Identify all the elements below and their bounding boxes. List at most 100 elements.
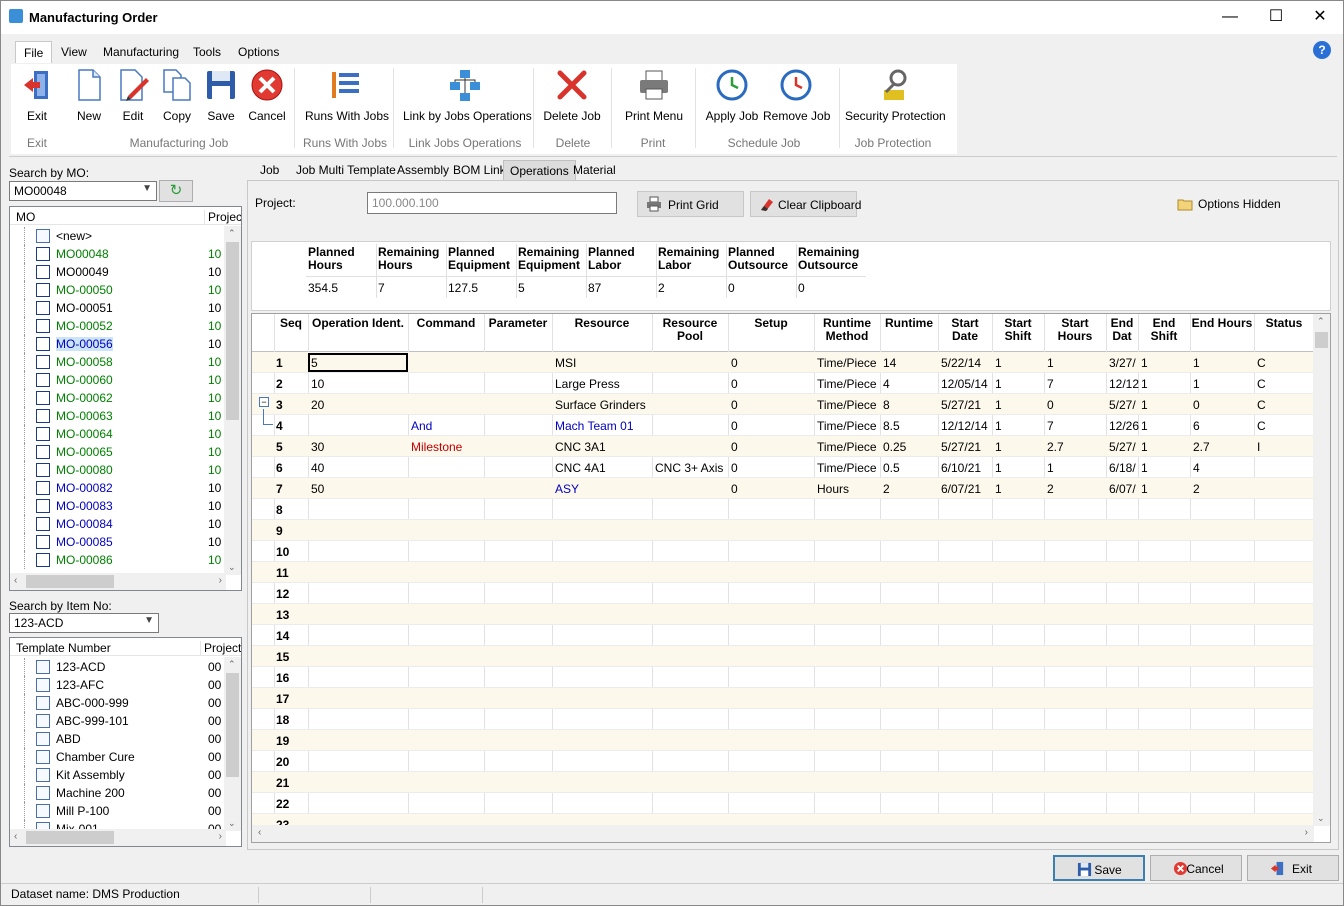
table-row[interactable]: 12 <box>252 583 1314 604</box>
tab-material[interactable]: Material <box>567 160 622 180</box>
cell-sshift[interactable]: 1 <box>995 398 1002 412</box>
table-row[interactable]: 9 <box>252 520 1314 541</box>
cell-eshift[interactable]: 1 <box>1141 482 1148 496</box>
cell-op[interactable]: 10 <box>311 377 324 391</box>
cell-sshift[interactable]: 1 <box>995 356 1002 370</box>
cell-edate[interactable]: 6/18/ <box>1109 461 1136 475</box>
cell-edate[interactable]: 5/27/ <box>1109 440 1136 454</box>
security-protection-button[interactable]: Security Protection <box>845 68 946 128</box>
table-row[interactable]: 1 5 MSI 0 Time/Piece 14 5/22/14 1 1 3/27/1 1 C <box>252 352 1314 373</box>
mo-list-item[interactable]: MO-00050 10 <box>10 281 241 299</box>
grid-column-header[interactable]: End Dat <box>1106 317 1138 343</box>
grid-column-header[interactable]: Runtime <box>880 317 938 330</box>
mo-list-item[interactable]: MO-00056 10 <box>10 335 241 353</box>
grid-column-header[interactable]: Runtime Method <box>814 317 880 343</box>
search-mo-combo[interactable]: MO00048 ▼ <box>9 181 157 201</box>
delete-job-button[interactable]: Delete Job <box>541 68 603 128</box>
cell-eshift[interactable]: 1 <box>1141 419 1148 433</box>
mo-column-header[interactable]: MO <box>16 210 35 224</box>
cell-edate[interactable]: 12/26 <box>1109 419 1139 433</box>
new-button[interactable]: New <box>71 68 107 128</box>
cell-sdate[interactable]: 5/27/21 <box>941 398 981 412</box>
mo-list-item[interactable]: MO-00082 10 <box>10 479 241 497</box>
cell-eshift[interactable]: 1 <box>1141 461 1148 475</box>
cell-status[interactable]: C <box>1257 356 1266 370</box>
grid-hscrollbar[interactable]: ‹ › <box>252 825 1314 842</box>
search-item-combo[interactable]: 123-ACD ▼ <box>9 613 159 633</box>
cell-shours[interactable]: 1 <box>1047 461 1054 475</box>
cell-op[interactable]: 40 <box>311 461 324 475</box>
options-hidden-button[interactable]: Options Hidden <box>1177 197 1281 211</box>
hscroll-thumb[interactable] <box>26 831 114 844</box>
cell-shours[interactable]: 2 <box>1047 482 1054 496</box>
cell-edate[interactable]: 12/12 <box>1109 377 1139 391</box>
table-row[interactable]: 18 <box>252 709 1314 730</box>
grid-column-header[interactable]: Start Shift <box>992 317 1044 343</box>
scroll-right-icon[interactable]: › <box>219 831 222 842</box>
grid-column-header[interactable]: Resource <box>552 317 652 330</box>
grid-column-header[interactable]: Status <box>1254 317 1314 330</box>
print-grid-button[interactable]: Print Grid <box>637 191 744 217</box>
tab-assembly[interactable]: Assembly <box>391 160 455 180</box>
cell-setup[interactable]: 0 <box>731 419 738 433</box>
table-row[interactable]: 4 And Mach Team 01 0 Time/Piece 8.5 12/12/14 1 7… <box>252 409 1314 436</box>
grid-column-header[interactable]: End Shift <box>1138 317 1190 343</box>
scroll-up-icon[interactable]: ⌃ <box>228 228 236 239</box>
grid-column-header[interactable]: Setup <box>728 317 814 330</box>
tab-job[interactable]: Job <box>254 160 285 180</box>
cell-sdate[interactable]: 12/05/14 <box>941 377 988 391</box>
cell-status[interactable]: I <box>1257 440 1260 454</box>
template-list-item[interactable]: ABC-000-999 00 <box>10 694 241 712</box>
cell-resource[interactable]: Mach Team 01 <box>555 419 634 433</box>
cell-cmd[interactable]: Milestone <box>411 440 462 454</box>
mo-list-item[interactable]: MO-00064 10 <box>10 425 241 443</box>
table-row[interactable]: 21 <box>252 772 1314 793</box>
project-column-header[interactable]: Project <box>204 210 241 224</box>
project-column-header[interactable]: Project <box>200 641 241 655</box>
mo-tree-hscrollbar[interactable]: ‹ › <box>10 573 226 590</box>
scroll-left-icon[interactable]: ‹ <box>258 827 261 838</box>
cell-ehours[interactable]: 2.7 <box>1193 440 1210 454</box>
table-row[interactable]: 6 40 CNC 4A1 CNC 3+ Axis 0 Time/Piece 0.5 6/10/… <box>252 457 1314 478</box>
template-list-item[interactable]: Machine 200 00 <box>10 784 241 802</box>
cell-op[interactable]: 50 <box>311 482 324 496</box>
scroll-left-icon[interactable]: ‹ <box>14 831 17 842</box>
cell-setup[interactable]: 0 <box>731 377 738 391</box>
footer-save-button[interactable]: Save <box>1053 855 1145 881</box>
cell-status[interactable]: C <box>1257 398 1266 412</box>
table-row[interactable]: 22 <box>252 793 1314 814</box>
mo-list-item[interactable]: MO-00051 10 <box>10 299 241 317</box>
template-list-item[interactable]: ABD 00 <box>10 730 241 748</box>
grid-column-header[interactable]: Start Hours <box>1044 317 1106 343</box>
scroll-thumb[interactable] <box>226 673 239 777</box>
close-icon[interactable]: ✕ <box>1297 1 1343 33</box>
mo-list-item[interactable]: MO-00083 10 <box>10 497 241 515</box>
cell-shours[interactable]: 7 <box>1047 419 1054 433</box>
table-row[interactable]: 8 <box>252 499 1314 520</box>
table-row[interactable]: 17 <box>252 688 1314 709</box>
cell-runtime[interactable]: 2 <box>883 482 890 496</box>
table-row[interactable]: 15 <box>252 646 1314 667</box>
cell-shours[interactable]: 2.7 <box>1047 440 1064 454</box>
tab-operations[interactable]: Operations <box>503 160 576 180</box>
template-list-item[interactable]: 123-AFC 00 <box>10 676 241 694</box>
cell-status[interactable]: C <box>1257 419 1266 433</box>
cell-eshift[interactable]: 1 <box>1141 356 1148 370</box>
mo-list-item[interactable]: MO00049 10 <box>10 263 241 281</box>
cell-sdate[interactable]: 5/22/14 <box>941 356 981 370</box>
tab-bom-link[interactable]: BOM Link <box>447 160 512 180</box>
hscroll-thumb[interactable] <box>272 827 1282 840</box>
cell-sdate[interactable]: 12/12/14 <box>941 419 988 433</box>
mo-list-item[interactable]: MO-00086 10 <box>10 551 241 569</box>
runs-with-jobs-button[interactable]: Runs With Jobs <box>305 68 389 128</box>
scroll-up-icon[interactable]: ⌃ <box>1317 316 1325 327</box>
menu-tools[interactable]: Tools <box>193 45 221 59</box>
footer-cancel-button[interactable]: Cancel <box>1150 855 1242 881</box>
cell-method[interactable]: Time/Piece <box>817 461 877 475</box>
scroll-down-icon[interactable]: ⌄ <box>228 562 236 573</box>
table-row[interactable]: 14 <box>252 625 1314 646</box>
cell-resource[interactable]: Surface Grinders <box>555 398 646 412</box>
table-row[interactable]: 7 50 ASY 0 Hours 2 6/07/21 1 2 6/07/1 2 <box>252 478 1314 499</box>
template-tree-hscrollbar[interactable]: ‹ › <box>10 829 226 846</box>
cell-setup[interactable]: 0 <box>731 440 738 454</box>
